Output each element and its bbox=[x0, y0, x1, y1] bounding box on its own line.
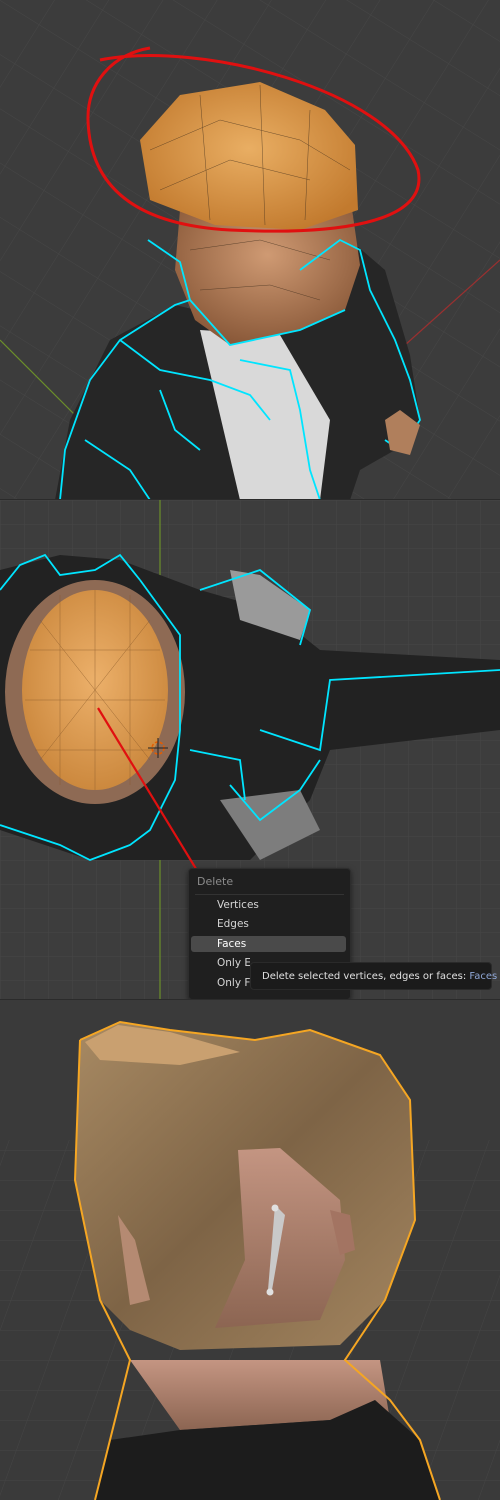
menu-item-only-edges-faces[interactable]: Only Edges & Faces bbox=[191, 955, 250, 971]
viewport-top-canvas bbox=[0, 0, 500, 500]
tooltip-value: Faces bbox=[469, 971, 498, 982]
viewport-top[interactable] bbox=[0, 0, 500, 500]
viewport-bottom[interactable] bbox=[0, 1000, 500, 1500]
tooltip: Delete selected vertices, edges or faces… bbox=[250, 962, 497, 990]
viewport-middle[interactable]: Delete Vertices Edges Faces Only Edges &… bbox=[0, 500, 500, 1000]
menu-item-vertices[interactable]: Vertices bbox=[191, 897, 346, 913]
tooltip-text: Delete selected vertices, edges or faces… bbox=[262, 971, 467, 982]
menu-separator bbox=[195, 894, 344, 895]
viewport-bottom-canvas bbox=[0, 1000, 500, 1500]
menu-item-only-faces[interactable]: Only Faces bbox=[191, 975, 250, 991]
menu-title: Delete bbox=[197, 875, 234, 888]
menu-item-faces[interactable]: Faces bbox=[191, 936, 346, 952]
menu-item-edges[interactable]: Edges bbox=[191, 916, 346, 932]
